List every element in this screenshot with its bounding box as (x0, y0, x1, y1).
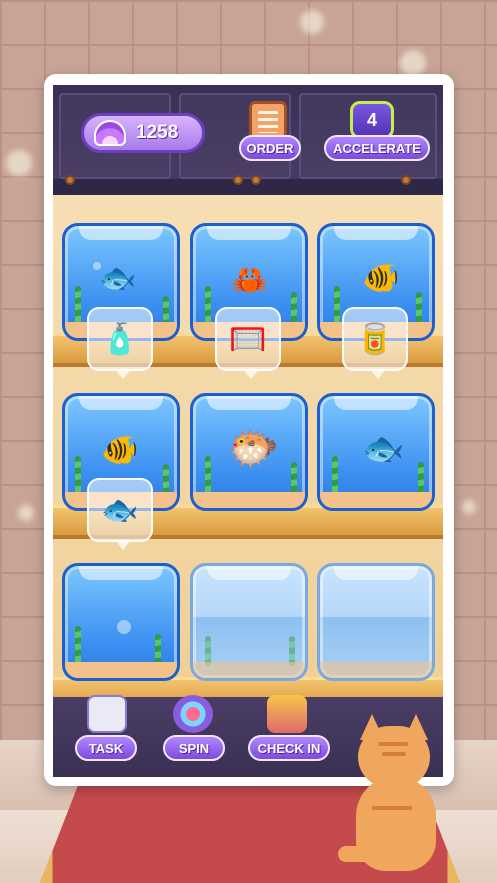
cat-head (358, 726, 430, 788)
cabinet-rail (53, 179, 443, 195)
accelerate-button[interactable]: ACCELERATE (324, 135, 430, 161)
cabinet-knob (233, 175, 243, 185)
cat-stripe (378, 742, 408, 746)
shell-currency-counter[interactable]: 1258 (81, 113, 205, 153)
angelfish-icon: 🐟 (362, 430, 405, 468)
spin-button[interactable]: SPIN (163, 735, 225, 761)
tank-sand (193, 662, 305, 678)
cabinet-knob (65, 175, 75, 185)
task-icon[interactable] (87, 695, 127, 733)
task-button[interactable]: TASK (75, 735, 137, 761)
check-in-button[interactable]: CHECK IN (248, 735, 330, 761)
locked-fish-tank[interactable] (317, 563, 435, 681)
seaweed (334, 286, 340, 326)
light-bokeh (300, 10, 324, 34)
cabinet-knob (251, 175, 261, 185)
cat-tail (338, 846, 388, 862)
tank-sand (193, 492, 305, 508)
blue-fish-icon[interactable]: 🐟 (87, 478, 153, 550)
check-in-gift-icon[interactable] (267, 695, 307, 733)
seaweed (75, 626, 81, 666)
seaweed (291, 292, 297, 326)
goldfish-icon: 🐠 (362, 262, 400, 295)
fish-food-icon[interactable]: 🥫 (342, 307, 408, 379)
tank-sand (65, 662, 177, 678)
tank-sand (320, 662, 432, 678)
spin-wheel-icon[interactable] (173, 695, 213, 733)
tank-sand (320, 492, 432, 508)
cabinet-knob (401, 175, 411, 185)
clownfish-icon: 🐠 (101, 434, 139, 467)
fish-tank[interactable] (62, 563, 180, 681)
fishing-net-icon[interactable]: 🥅 (215, 307, 281, 379)
fish-tank[interactable]: 🐡 (190, 393, 308, 511)
yellow-fish-icon: 🐡 (227, 425, 280, 472)
light-bokeh (400, 50, 426, 76)
seaweed (291, 462, 297, 496)
light-bokeh (462, 500, 476, 514)
seaweed (418, 462, 424, 496)
seaweed (332, 456, 338, 496)
water-bubble (117, 620, 131, 634)
light-bokeh (18, 505, 34, 521)
oxygen-bottle-icon[interactable]: 🧴 (87, 307, 153, 379)
seaweed (205, 456, 211, 496)
seaweed (75, 456, 81, 496)
cat-stripe (372, 806, 412, 810)
seaweed (416, 292, 422, 326)
shell-icon (94, 120, 126, 146)
clownfish-white-icon: 🐟 (99, 262, 137, 295)
shell-count: 1258 (136, 122, 179, 143)
lightning-icon[interactable]: 4 (350, 101, 394, 139)
cat-stripe (382, 752, 406, 756)
seaweed (75, 286, 81, 326)
fish-tank[interactable]: 🐟 (317, 393, 435, 511)
locked-fish-tank[interactable] (190, 563, 308, 681)
seaweed (205, 286, 211, 326)
light-bokeh (6, 150, 32, 176)
game-screen: 1258 ORDER 4 ACCELERATE 🐟 🦀 🐠 🐠 🐡 🐟 🧴 🥅 … (53, 85, 443, 777)
cat-mascot (338, 706, 438, 876)
order-button[interactable]: ORDER (239, 135, 301, 161)
crab-icon: 🦀 (231, 264, 269, 297)
